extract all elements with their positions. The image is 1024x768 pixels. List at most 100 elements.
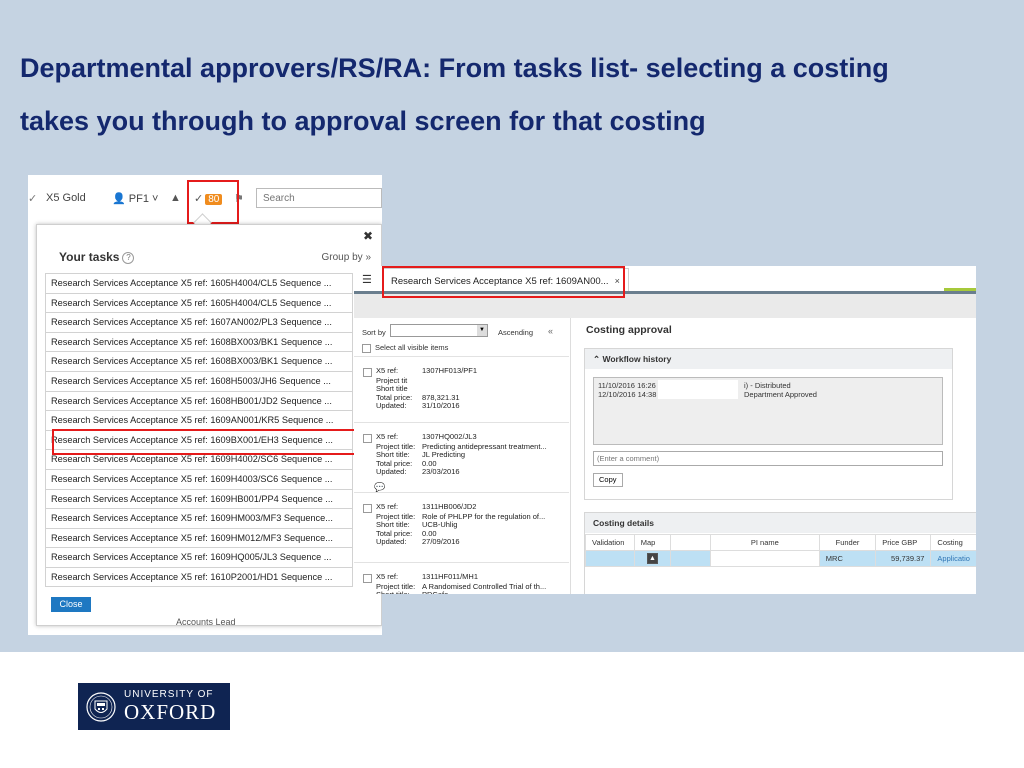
card-labels: Project tit Short title Total price: Update… — [376, 376, 412, 410]
dropdown-arrow-icon: ▼ — [477, 325, 487, 336]
group-by-control[interactable]: Group by » — [322, 252, 371, 263]
card-ref-label: X5 ref: — [376, 366, 399, 375]
workflow-title: Workflow history — [602, 354, 672, 364]
logo-text: UNIVERSITY OF OXFORD — [124, 690, 216, 723]
task-item[interactable]: Research Services Acceptance X5 ref: 160… — [45, 488, 353, 509]
close-icon[interactable]: ✖ — [363, 229, 373, 243]
col-map[interactable]: Map — [633, 534, 672, 551]
close-button[interactable]: Close — [51, 597, 91, 612]
cell-price: 59,739.37 — [875, 550, 932, 567]
card-checkbox[interactable] — [363, 434, 372, 443]
select-all-checkbox[interactable] — [362, 343, 371, 353]
col-validation[interactable]: Validation — [585, 534, 635, 551]
slide-title-line-2: takes you through to approval screen for… — [20, 106, 706, 136]
cell-validation — [585, 550, 635, 567]
chevron-up-icon: ⌃ — [593, 354, 601, 364]
workflow-history-list: 11/10/2016 16:26 i) - Distributed 12/10/20… — [593, 377, 943, 445]
col-costing[interactable]: Costing — [930, 534, 976, 551]
col-blank — [670, 534, 711, 551]
card-field-value: 23/03/2016 — [422, 466, 460, 476]
card-field-value — [422, 377, 460, 385]
tasks-title-text: Your tasks — [59, 250, 120, 264]
map-icon[interactable]: ▲ — [646, 553, 658, 564]
task-item[interactable]: Research Services Acceptance X5 ref: 160… — [45, 273, 353, 293]
card-checkbox[interactable] — [363, 504, 372, 513]
tasks-list-screenshot: ✓ X5 Gold 👤 PF1 ˅ ▲ ✓80 ⚑ ✖ Your tasks? … — [28, 175, 382, 635]
search-input[interactable] — [256, 188, 382, 208]
workflow-history-header[interactable]: ⌃ Workflow history — [585, 349, 952, 369]
result-card[interactable]: X5 ref: 1311HB006/JD2 Project title: Short … — [354, 492, 569, 561]
card-checkbox[interactable] — [363, 574, 372, 583]
result-card[interactable]: X5 ref: 1307HF013/PF1 Project tit Short tit… — [354, 356, 569, 425]
sort-by-label: Sort by — [362, 328, 386, 337]
task-item[interactable]: Research Services Acceptance X5 ref: 161… — [45, 566, 353, 587]
background-text: Accounts Lead — [176, 617, 236, 627]
results-panel: Sort by ▼ Ascending « Select all visible… — [354, 318, 571, 594]
approval-screenshot: ☰ Research Services Acceptance X5 ref: 1… — [354, 266, 976, 594]
costing-approval-title: Costing approval — [586, 324, 672, 336]
costing-approval-panel: Costing approval ⌃ Workflow history 11/1… — [576, 318, 976, 594]
workflow-status: i) - Distributed — [744, 381, 791, 390]
list-menu-icon[interactable]: ☰ — [362, 273, 372, 286]
task-item[interactable]: Research Services Acceptance X5 ref: 160… — [45, 370, 353, 391]
workflow-status: Department Approved — [744, 390, 817, 399]
card-ref: 1311HF011/MH1 — [422, 572, 479, 581]
logo-line-2: OXFORD — [124, 700, 217, 724]
chevron-down-icon: ˅ — [152, 193, 159, 205]
sort-by-select[interactable]: ▼ — [390, 324, 488, 337]
user-menu[interactable]: 👤 PF1 ˅ — [112, 192, 158, 205]
cell-costing-link[interactable]: Applicatio — [930, 550, 976, 567]
card-field-value: 31/10/2016 — [422, 400, 460, 410]
tasks-highlight-box — [187, 180, 239, 224]
col-pi-name[interactable]: PI name — [709, 534, 820, 551]
oxford-logo: UNIVERSITY OF OXFORD — [78, 683, 230, 730]
help-icon[interactable]: ? — [122, 251, 135, 264]
card-ref-label: X5 ref: — [376, 502, 399, 511]
task-item[interactable]: Research Services Acceptance X5 ref: 160… — [45, 547, 353, 567]
cell-map[interactable]: ▲ — [633, 550, 672, 567]
card-ref-label: X5 ref: — [376, 432, 399, 441]
card-field-label: Short title: — [376, 590, 415, 594]
cell-pi-name — [709, 550, 820, 567]
gold-label[interactable]: X5 Gold — [46, 192, 86, 204]
costing-details-section: Costing details Validation Map PI name F… — [584, 512, 976, 594]
crest-icon — [86, 691, 116, 722]
task-item[interactable]: Research Services Acceptance X5 ref: 160… — [45, 508, 353, 528]
slide-title-line-1: Departmental approvers/RS/RA: From tasks… — [20, 53, 889, 83]
task-item[interactable]: Research Services Acceptance X5 ref: 160… — [45, 292, 353, 313]
card-values: 878,321.31 31/10/2016 — [422, 377, 460, 410]
cell-funder: MRC — [818, 550, 877, 567]
task-item[interactable]: Research Services Acceptance X5 ref: 160… — [45, 351, 353, 371]
task-item[interactable]: Research Services Acceptance X5 ref: 160… — [45, 468, 353, 489]
table-row[interactable]: ▲ MRC 59,739.37 Applicatio — [585, 550, 976, 567]
card-field-label: Updated: — [376, 466, 407, 476]
card-field-label: Updated: — [376, 536, 407, 546]
task-item[interactable]: Research Services Acceptance X5 ref: 160… — [45, 390, 353, 411]
costing-details-header: Costing details — [585, 513, 976, 533]
card-values: Role of PHLPP for the regulation of... UC… — [422, 512, 545, 546]
card-ref: 1307HQ002/JL3 — [422, 432, 477, 441]
result-card[interactable]: X5 ref: 1311HF011/MH1 Project title:Short … — [354, 562, 569, 594]
col-price[interactable]: Price GBP — [875, 534, 932, 551]
costing-details-table: Validation Map PI name Funder Price GBP … — [585, 534, 976, 567]
select-all[interactable]: Select all visible items — [362, 343, 448, 353]
card-values: A Randomised Controlled Trial of th...PD… — [422, 582, 546, 594]
check-icon: ✓ — [28, 193, 38, 205]
result-card[interactable]: X5 ref: 1307HQ002/JL3 Project title: Short … — [354, 422, 569, 492]
card-checkbox[interactable] — [363, 368, 372, 377]
copy-button[interactable]: Copy — [593, 473, 623, 487]
bell-icon[interactable]: ▲ — [170, 192, 181, 204]
tasks-panel: ✖ Your tasks? Group by » Research Servic… — [36, 224, 382, 626]
task-item[interactable]: Research Services Acceptance X5 ref: 160… — [45, 331, 353, 352]
tab-highlight-box — [382, 266, 625, 298]
comment-input[interactable] — [593, 451, 943, 466]
task-item[interactable]: Research Services Acceptance X5 ref: 160… — [45, 312, 353, 332]
task-item[interactable]: Research Services Acceptance X5 ref: 160… — [45, 527, 353, 548]
collapse-icon[interactable]: « — [548, 326, 553, 336]
ascending-toggle[interactable]: Ascending — [498, 328, 533, 337]
col-funder[interactable]: Funder — [818, 534, 877, 551]
card-values: Predicting antidepressant treatment... JL… — [422, 442, 547, 476]
task-item[interactable]: Research Services Acceptance X5 ref: 160… — [45, 410, 353, 430]
workflow-entry: 11/10/2016 16:26 i) - Distributed — [598, 380, 928, 390]
card-field-value: JL Predicting — [422, 450, 466, 460]
